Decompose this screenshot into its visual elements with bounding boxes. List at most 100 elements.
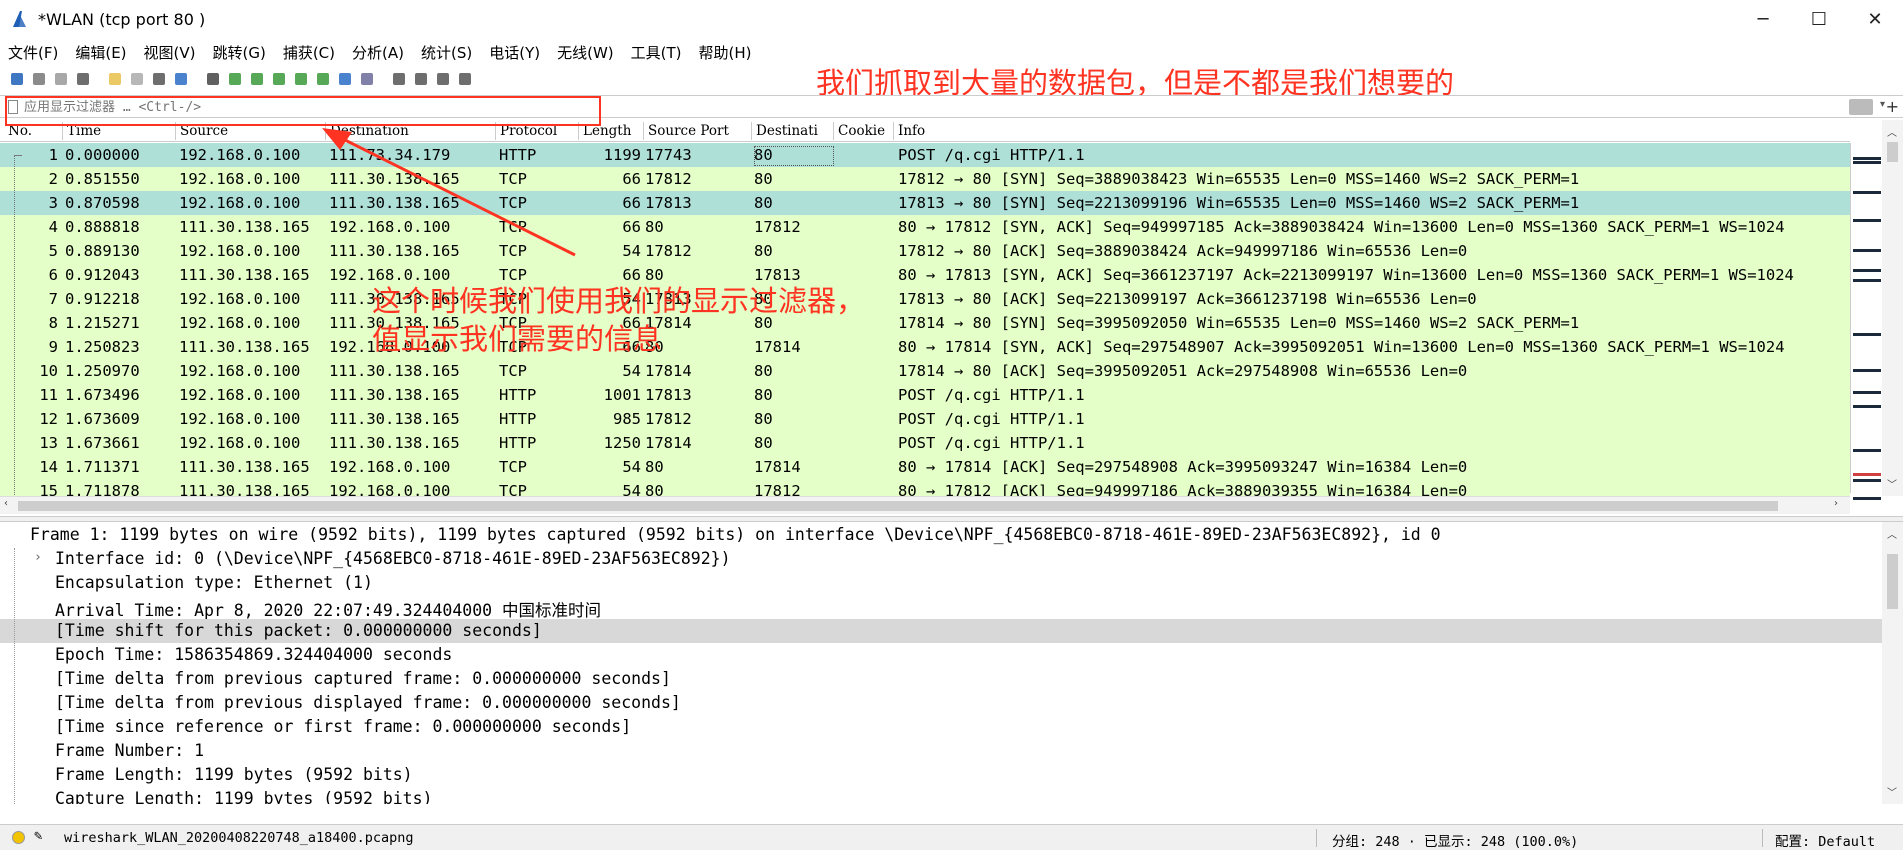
menu-item-7[interactable]: 电话(Y) [489, 42, 540, 63]
column-header-9[interactable]: Info [898, 123, 925, 139]
packet-cell-info: 80 → 17814 [SYN, ACK] Seq=297548907 Ack=… [898, 338, 1785, 356]
menu-item-6[interactable]: 统计(S) [421, 42, 472, 63]
packet-row[interactable]: 4 0.888818 111.30.138.165 192.168.0.100 TCP 6… [0, 215, 1850, 239]
menu-item-8[interactable]: 无线(W) [557, 42, 614, 63]
menu-item-10[interactable]: 帮助(H) [699, 42, 752, 63]
details-scroll-thumb[interactable] [1887, 554, 1898, 609]
zoom-normal-icon[interactable] [434, 68, 452, 91]
packet-row[interactable]: 15 1.711878 111.30.138.165 192.168.0.100 TCP… [0, 479, 1850, 496]
packet-row[interactable]: 1 0.000000 192.168.0.100 111.73.34.179 HTTP 1… [0, 143, 1850, 167]
go-to-packet-icon[interactable] [270, 68, 288, 91]
packet-row[interactable]: 12 1.673609 192.168.0.100 111.30.138.165 HTT… [0, 407, 1850, 431]
apply-filter-icon[interactable] [1849, 99, 1873, 115]
annotation-middle: 这个时候我们使用我们的显示过滤器， 值显示我们需要的信息 [372, 282, 865, 358]
packet-list-vscroll[interactable]: ︿ ﹀ [1882, 120, 1903, 496]
stop-icon[interactable] [30, 68, 48, 91]
shark-fin-start-icon[interactable] [8, 68, 26, 91]
resize-columns-icon[interactable] [456, 68, 474, 91]
menu-item-2[interactable]: 视图(V) [144, 42, 196, 63]
close-file-icon[interactable] [150, 68, 168, 91]
packet-details-vscroll[interactable]: ︿ ﹀ [1882, 522, 1903, 804]
column-separator[interactable] [833, 122, 834, 140]
open-file-icon[interactable] [106, 68, 124, 91]
scroll-up-icon[interactable]: ︿ [1887, 124, 1897, 139]
go-first-icon[interactable] [292, 68, 310, 91]
detail-row[interactable]: Frame 1: 1199 bytes on wire (9592 bits),… [0, 523, 1882, 547]
capture-options-icon[interactable] [74, 68, 92, 91]
packet-row[interactable]: 5 0.889130 192.168.0.100 111.30.138.165 TCP 5… [0, 239, 1850, 263]
reload-icon[interactable] [172, 68, 190, 91]
annotation-middle-line1: 这个时候我们使用我们的显示过滤器， [372, 284, 866, 318]
detail-row[interactable]: Encapsulation type: Ethernet (1) [0, 571, 1882, 595]
menu-item-3[interactable]: 跳转(G) [213, 42, 266, 63]
maximize-button[interactable]: ☐ [1791, 0, 1847, 38]
hscroll-thumb[interactable] [18, 501, 1778, 511]
packet-row[interactable]: 7 0.912218 192.168.0.100 111.30.138.165 TCP 5… [0, 287, 1850, 311]
column-header-7[interactable]: Destinati [756, 123, 818, 139]
zoom-out-icon[interactable] [412, 68, 430, 91]
details-scroll-up-icon[interactable]: ︿ [1887, 526, 1897, 541]
go-forward-icon[interactable] [248, 68, 266, 91]
packet-row[interactable]: 13 1.673661 192.168.0.100 111.30.138.165 HTT… [0, 431, 1850, 455]
colorize-icon[interactable] [358, 68, 376, 91]
packet-cell-no: 3 [48, 194, 58, 212]
detail-row[interactable]: Epoch Time: 1586354869.324404000 seconds [0, 643, 1882, 667]
save-file-icon[interactable] [128, 68, 146, 91]
packet-row[interactable]: 6 0.912043 111.30.138.165 192.168.0.100 TCP 6… [0, 263, 1850, 287]
menu-item-0[interactable]: 文件(F) [8, 42, 58, 63]
packet-cell-sport: 17814 [645, 434, 692, 452]
column-separator[interactable] [893, 122, 894, 140]
detail-row[interactable]: [Time since reference or first frame: 0.… [0, 715, 1882, 739]
zoom-in-icon[interactable] [390, 68, 408, 91]
packet-cell-proto: TCP [499, 362, 527, 380]
column-header-6[interactable]: Source Port [648, 123, 729, 139]
packet-row[interactable]: 10 1.250970 192.168.0.100 111.30.138.165 TCP… [0, 359, 1850, 383]
packet-minimap[interactable] [1850, 143, 1882, 500]
packet-row[interactable]: 2 0.851550 192.168.0.100 111.30.138.165 TCP 6… [0, 167, 1850, 191]
detail-row[interactable]: Capture Length: 1199 bytes (9592 bits) [0, 787, 1882, 804]
packet-row[interactable]: 8 1.215271 192.168.0.100 111.30.138.165 TCP 6… [0, 311, 1850, 335]
packet-row[interactable]: 3 0.870598 192.168.0.100 111.30.138.165 TCP 6… [0, 191, 1850, 215]
detail-row[interactable]: Frame Number: 1 [0, 739, 1882, 763]
filter-dropdown-icon[interactable]: ▾ [1880, 99, 1885, 110]
detail-row[interactable]: [Time shift for this packet: 0.000000000… [0, 619, 1882, 643]
expand-arrow-icon[interactable]: › [34, 550, 42, 565]
packet-list-hscroll[interactable]: ‹ › [0, 496, 1850, 514]
menu-item-9[interactable]: 工具(T) [631, 42, 682, 63]
detail-row[interactable]: Frame Length: 1199 bytes (9592 bits) [0, 763, 1882, 787]
packet-cell-no: 12 [39, 410, 58, 428]
go-last-icon[interactable] [314, 68, 332, 91]
column-header-8[interactable]: Cookie [838, 123, 885, 139]
scroll-thumb[interactable] [1887, 142, 1898, 162]
menu-item-4[interactable]: 捕获(C) [283, 42, 335, 63]
add-filter-button-icon[interactable]: + [1886, 97, 1899, 116]
menu-item-5[interactable]: 分析(A) [352, 42, 404, 63]
close-button[interactable]: ✕ [1847, 0, 1903, 38]
menu-item-1[interactable]: 编辑(E) [75, 42, 126, 63]
scroll-down-icon[interactable]: ﹀ [1887, 476, 1897, 491]
go-back-icon[interactable] [226, 68, 244, 91]
scroll-left-icon[interactable]: ‹ [4, 498, 8, 509]
autoscroll-icon[interactable] [336, 68, 354, 91]
status-packet-count: 分组: 248 · 已显示: 248 (100.0%) [1332, 834, 1579, 850]
details-scroll-down-icon[interactable]: ﹀ [1887, 784, 1897, 799]
scroll-right-icon[interactable]: › [1834, 498, 1838, 509]
expert-info-icon[interactable] [12, 831, 25, 844]
packet-cell-src: 192.168.0.100 [179, 290, 301, 308]
detail-row[interactable]: [Time delta from previous displayed fram… [0, 691, 1882, 715]
column-separator[interactable] [643, 122, 644, 140]
packet-row[interactable]: 14 1.711371 111.30.138.165 192.168.0.100 TCP… [0, 455, 1850, 479]
column-separator[interactable] [751, 122, 752, 140]
detail-row[interactable]: [Time delta from previous captured frame… [0, 667, 1882, 691]
capture-comment-icon[interactable]: ✎ [34, 828, 42, 844]
status-profile[interactable]: 配置: Default [1775, 830, 1875, 850]
detail-text: Arrival Time: Apr 8, 2020 22:07:49.32440… [55, 601, 602, 620]
detail-row[interactable]: Arrival Time: Apr 8, 2020 22:07:49.32440… [0, 595, 1882, 620]
minimize-button[interactable]: ─ [1735, 0, 1791, 38]
find-packet-icon[interactable] [204, 68, 222, 91]
packet-cell-len: 54 [622, 242, 641, 260]
packet-row[interactable]: 11 1.673496 192.168.0.100 111.30.138.165 HTT… [0, 383, 1850, 407]
restart-icon[interactable] [52, 68, 70, 91]
packet-row[interactable]: 9 1.250823 111.30.138.165 192.168.0.100 TCP 6… [0, 335, 1850, 359]
detail-row[interactable]: › Interface id: 0 (\Device\NPF_{4568EBC0-… [0, 547, 1882, 571]
